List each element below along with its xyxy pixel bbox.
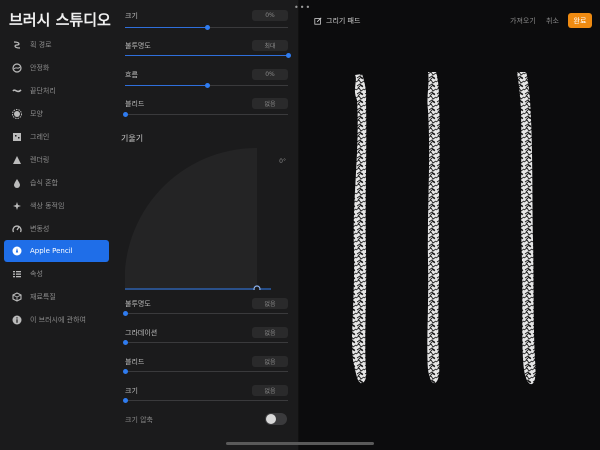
tilt-angle-value: 0° (279, 158, 286, 165)
sidebar-item-label: 그레인 (30, 133, 50, 141)
slider-knob[interactable] (123, 112, 128, 117)
sidebar-item-color-dynamics[interactable]: 색상 동적임 (4, 195, 109, 217)
sidebar-item-label: 렌더링 (30, 156, 50, 164)
grain-icon (11, 132, 22, 143)
sidebar-item-stroke-path[interactable]: 획 경로 (4, 34, 109, 56)
slider-knob[interactable] (123, 369, 128, 374)
pressure-flow-slider[interactable] (125, 83, 288, 88)
slider-knob[interactable] (204, 83, 210, 88)
sidebar-item-properties[interactable]: 속성 (4, 263, 109, 285)
slider-knob[interactable] (123, 340, 128, 345)
properties-icon (11, 269, 22, 280)
sidebar-item-label: 모양 (30, 110, 43, 118)
tilt-size-value[interactable]: 없음 (252, 385, 288, 396)
stabilization-icon (11, 63, 22, 74)
sidebar-item-taper[interactable]: 끝단처리 (4, 80, 109, 102)
drawing-pad-button[interactable]: 그리기 패드 (314, 16, 360, 26)
toggle-knob (266, 414, 276, 424)
tilt-bleed-slider[interactable] (123, 369, 288, 374)
brush-stroke-1 (352, 74, 367, 384)
sidebar-item-materials[interactable]: 재료특질 (4, 286, 109, 308)
tilt-gradation-slider[interactable] (123, 340, 288, 345)
sidebar-item-label: 획 경로 (30, 41, 52, 49)
size-compression-label: 크기 압축 (125, 416, 153, 424)
slider-knob[interactable] (286, 53, 291, 58)
size-compression-toggle[interactable] (265, 413, 287, 425)
tilt-opacity-slider[interactable] (123, 311, 288, 316)
rendering-icon (11, 155, 22, 166)
sidebar-item-rendering[interactable]: 렌더링 (4, 149, 109, 171)
tilt-size-slider[interactable] (123, 398, 288, 403)
sidebar-item-label: 이 브러시에 관하여 (30, 316, 86, 324)
pressure-bleed-value[interactable]: 없음 (252, 98, 288, 109)
edit-icon (314, 17, 322, 25)
tilt-gradation-label: 그라데이션 (125, 329, 158, 337)
tilt-angle-graph[interactable]: 0° (124, 147, 288, 293)
home-indicator (226, 442, 374, 445)
pressure-opacity-value[interactable]: 최대 (252, 40, 288, 51)
dynamics-icon (11, 224, 22, 235)
taper-icon (11, 86, 22, 97)
slider-knob[interactable] (123, 398, 128, 403)
tilt-bleed-value[interactable]: 없음 (252, 356, 288, 367)
wet-mix-icon (11, 178, 22, 189)
tilt-bleed-label: 블리드 (125, 358, 145, 366)
shape-icon (11, 109, 22, 120)
sidebar-item-label: 변동성 (30, 225, 50, 233)
pressure-opacity-label: 불투명도 (125, 42, 151, 50)
sidebar-item-label: 색상 동적임 (30, 202, 65, 210)
apple-pencil-icon (11, 246, 22, 257)
pressure-bleed-slider[interactable] (123, 112, 288, 117)
done-button[interactable]: 완료 (568, 13, 592, 28)
brush-stroke-3 (517, 72, 536, 385)
brush-stroke-2 (427, 72, 440, 384)
brush-stroke-preview (352, 72, 536, 385)
sidebar-item-label: 속성 (30, 270, 43, 278)
slider-knob[interactable] (123, 311, 128, 316)
color-dynamics-icon (11, 201, 22, 212)
settings-panel: 크기 0% 불투명도 최대 흐름 0% 블리드 없음 기울기 0° 불투명도 없… (112, 0, 299, 450)
import-button[interactable]: 가져오기 (510, 16, 536, 26)
pressure-size-slider[interactable] (125, 25, 288, 30)
slider-knob[interactable] (204, 25, 210, 30)
sidebar-item-label: Apple Pencil (30, 247, 73, 255)
sidebar-item-label: 끝단처리 (30, 87, 56, 95)
more-dots-icon[interactable]: ••• (294, 3, 311, 12)
pressure-bleed-label: 블리드 (125, 100, 145, 108)
sidebar-item-about-brush[interactable]: 이 브러시에 관하여 (4, 309, 109, 331)
drawing-pad-label: 그리기 패드 (326, 17, 361, 25)
sidebar-item-wet-mix[interactable]: 습식 혼합 (4, 172, 109, 194)
stroke-path-icon (11, 40, 22, 51)
sidebar-item-apple-pencil[interactable]: Apple Pencil (4, 240, 109, 262)
sidebar-item-label: 습식 혼합 (30, 179, 58, 187)
sidebar-item-grain[interactable]: 그레인 (4, 126, 109, 148)
sidebar-item-stabilization[interactable]: 안정화 (4, 57, 109, 79)
pressure-size-label: 크기 (125, 12, 138, 20)
sidebar-item-shape[interactable]: 모양 (4, 103, 109, 125)
tilt-opacity-value[interactable]: 없음 (252, 298, 288, 309)
sidebar-item-dynamics[interactable]: 변동성 (4, 218, 109, 240)
info-icon (11, 315, 22, 326)
sidebar-item-label: 안정화 (30, 64, 50, 72)
sidebar-item-label: 재료특질 (30, 293, 56, 301)
tilt-size-label: 크기 (125, 387, 138, 395)
pressure-size-value[interactable]: 0% (252, 10, 288, 21)
tilt-quadrant (124, 147, 271, 293)
pressure-opacity-slider[interactable] (125, 53, 291, 58)
tilt-handle[interactable] (253, 285, 261, 293)
sidebar: 브러시 스튜디오 획 경로 안정화 끝단처리 모양 그레인 렌더링 습식 혼합 … (0, 0, 112, 450)
tilt-gradation-value[interactable]: 없음 (252, 327, 288, 338)
pressure-flow-value[interactable]: 0% (252, 69, 288, 80)
cancel-button[interactable]: 취소 (546, 16, 559, 26)
materials-icon (11, 292, 22, 303)
tilt-heading: 기울기 (121, 134, 144, 143)
tilt-opacity-label: 불투명도 (125, 300, 151, 308)
pressure-flow-label: 흐름 (125, 71, 138, 79)
app-title: 브러시 스튜디오 (9, 11, 111, 29)
